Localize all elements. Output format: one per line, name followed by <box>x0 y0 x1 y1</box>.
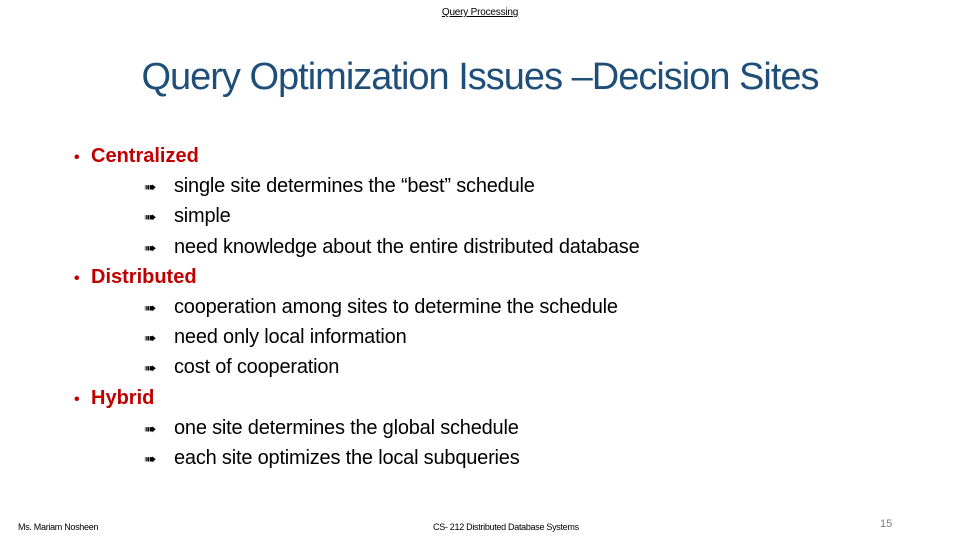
sub-item-text: single site determines the “best” schedu… <box>174 175 535 198</box>
sub-item: ➠ need only local information <box>74 322 874 352</box>
arrow-right-icon: ➠ <box>144 330 157 348</box>
sub-item-text: need knowledge about the entire distribu… <box>174 235 640 258</box>
bullet-dot-icon: • <box>74 269 80 287</box>
arrow-right-icon: ➠ <box>144 299 157 317</box>
sub-item-text: need only local information <box>174 326 407 349</box>
sub-item: ➠ simple <box>74 201 874 231</box>
slide-content: • Centralized ➠ single site determines the… <box>74 141 874 473</box>
sub-item: ➠ each site optimizes the local subquerie… <box>74 443 874 473</box>
bullet-heading: Hybrid <box>91 386 155 409</box>
sub-item: ➠ need knowledge about the entire distrib… <box>74 232 874 262</box>
bullet-hybrid: • Hybrid <box>74 383 874 413</box>
bullet-distributed: • Distributed <box>74 262 874 292</box>
slide-title: Query Optimization Issues –Decision Site… <box>141 56 819 98</box>
bullet-heading: Distributed <box>91 265 197 288</box>
sub-item: ➠ one site determines the global schedule <box>74 413 874 443</box>
arrow-right-icon: ➠ <box>144 179 157 197</box>
sub-item-text: cooperation among sites to determine the… <box>174 295 618 318</box>
page-number: 15 <box>880 518 893 530</box>
section-header: Query Processing <box>441 7 519 18</box>
arrow-right-icon: ➠ <box>144 209 157 227</box>
sub-item-text: one site determines the global schedule <box>174 416 519 439</box>
footer-course: CS- 212 Distributed Database Systems <box>433 522 579 532</box>
bullet-centralized: • Centralized <box>74 141 874 171</box>
arrow-right-icon: ➠ <box>144 450 157 468</box>
bullet-dot-icon: • <box>74 390 80 408</box>
sub-item-text: simple <box>174 205 231 228</box>
sub-item-text: cost of cooperation <box>174 356 340 379</box>
footer-author: Ms. Mariam Nosheen <box>18 522 99 532</box>
sub-item: ➠ cost of cooperation <box>74 352 874 382</box>
sub-item: ➠ single site determines the “best” sched… <box>74 171 874 201</box>
arrow-right-icon: ➠ <box>144 420 157 438</box>
arrow-right-icon: ➠ <box>144 239 157 257</box>
bullet-dot-icon: • <box>74 149 80 166</box>
bullet-heading: Centralized <box>91 145 199 167</box>
sub-item-text: each site optimizes the local subqueries <box>174 446 520 469</box>
arrow-right-icon: ➠ <box>144 360 157 378</box>
sub-item: ➠ cooperation among sites to determine th… <box>74 292 874 322</box>
